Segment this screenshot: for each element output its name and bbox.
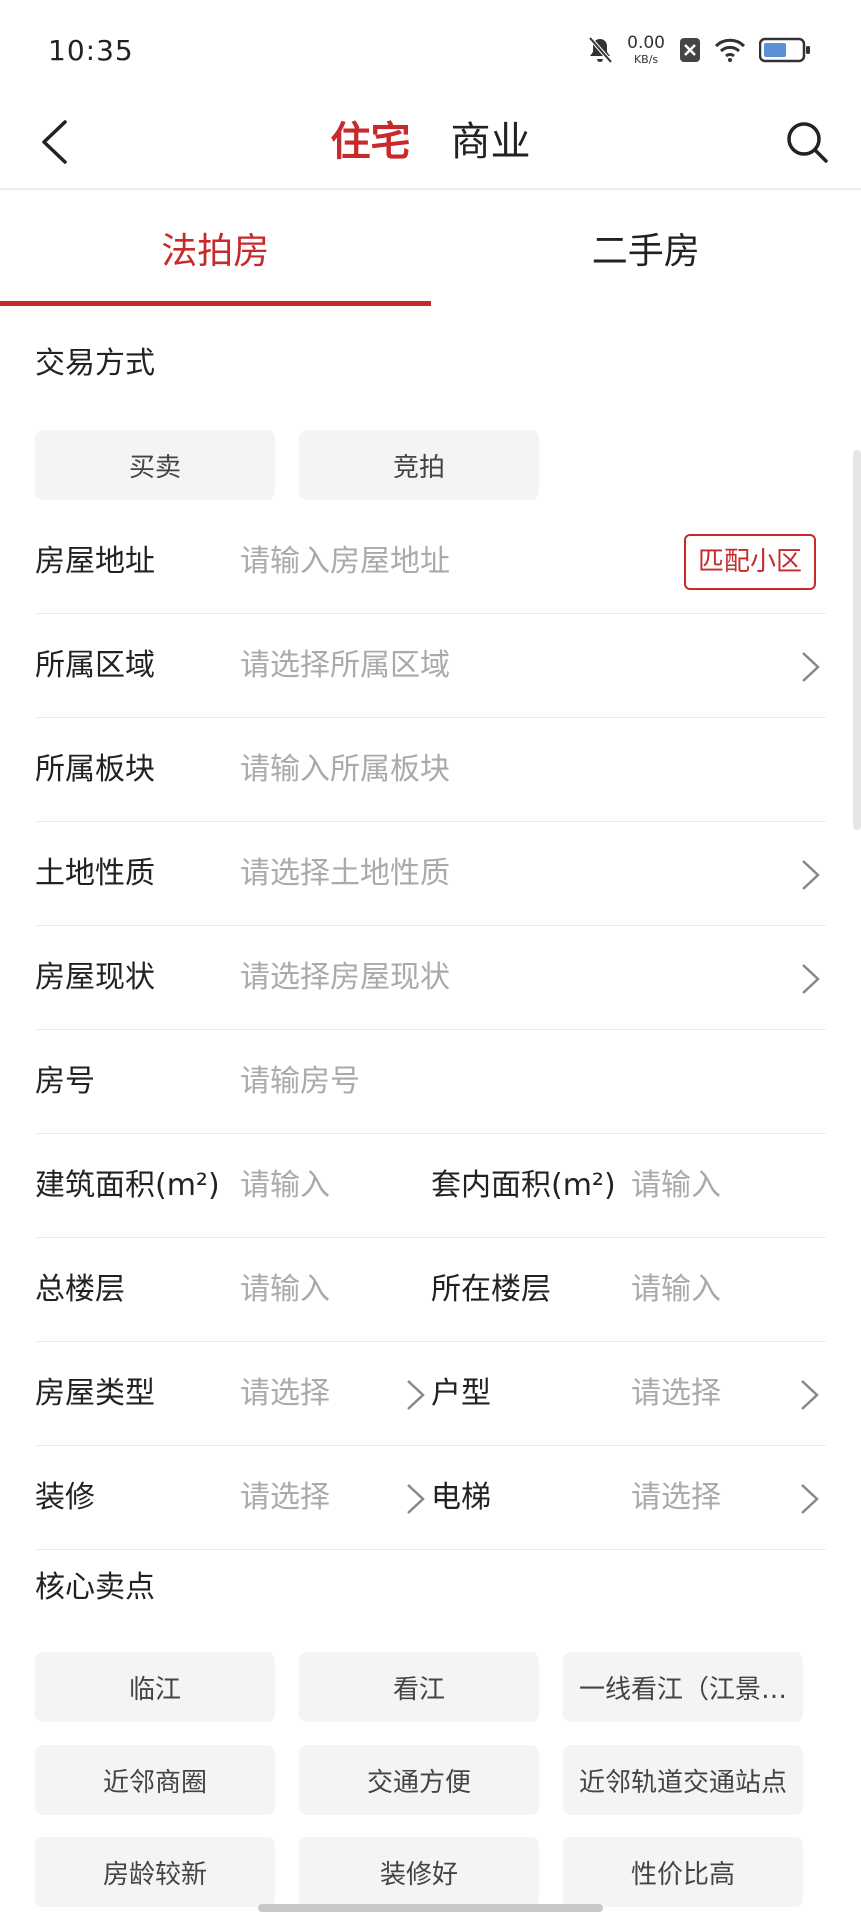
tab-auction-house[interactable]: 法拍房 (0, 190, 431, 306)
chevron-right-icon (802, 964, 820, 994)
wifi-icon (715, 38, 745, 62)
block-row[interactable]: 所属板块 请输入所属板块 (35, 718, 826, 822)
net-speed-unit: KB/s (633, 53, 659, 66)
chevron-right-icon (802, 860, 820, 890)
house-type-select[interactable]: 请选择 (240, 1342, 330, 1446)
home-indicator[interactable] (258, 1904, 603, 1912)
total-floors-input[interactable]: 请输入 (240, 1238, 330, 1342)
search-button[interactable] (775, 110, 839, 174)
house-status-select[interactable]: 请选择房屋现状 (240, 926, 450, 1030)
selling-point-tag[interactable]: 交通方便 (299, 1745, 539, 1815)
decoration-select[interactable]: 请选择 (240, 1446, 330, 1550)
scrollbar[interactable] (853, 450, 861, 830)
trade-option-auction[interactable]: 竞拍 (299, 430, 539, 500)
selling-point-tag[interactable]: 看江 (299, 1652, 539, 1722)
type-layout-row: 房屋类型 请选择 户型 请选择 (35, 1342, 826, 1446)
selling-point-tag[interactable]: 房龄较新 (35, 1837, 275, 1907)
tab-residential[interactable]: 住宅 (331, 112, 411, 172)
battery-icon (759, 37, 810, 63)
selling-point-tag[interactable]: 性价比高 (563, 1837, 803, 1907)
address-row[interactable]: 房屋地址 请输入房屋地址 匹配小区 (35, 510, 826, 614)
room-number-input[interactable]: 请输房号 (240, 1030, 360, 1134)
district-label: 所属区域 (35, 648, 155, 683)
inner-area-input[interactable]: 请输入 (631, 1134, 721, 1238)
selling-point-tag[interactable]: 一线看江（江景… (563, 1652, 803, 1722)
decoration-label: 装修 (35, 1480, 95, 1515)
block-input[interactable]: 请输入所属板块 (240, 718, 450, 822)
room-number-row[interactable]: 房号 请输房号 (35, 1030, 826, 1134)
layout-label: 户型 (431, 1376, 491, 1411)
layout-select[interactable]: 请选择 (631, 1342, 721, 1446)
selling-point-tag[interactable]: 装修好 (299, 1837, 539, 1907)
status-time: 10:35 (48, 34, 134, 67)
status-bar: 10:35 0.00 KB/s (0, 0, 861, 100)
room-number-label: 房号 (35, 1064, 95, 1099)
selling-point-tag[interactable]: 近邻商圈 (35, 1745, 275, 1815)
net-speed: 0.00 KB/s (627, 33, 665, 66)
floor-field[interactable]: 所在楼层 请输入 (431, 1238, 826, 1342)
sim-error-icon (680, 38, 700, 62)
district-row[interactable]: 所属区域 请选择所属区域 (35, 614, 826, 718)
chevron-right-icon (801, 1380, 819, 1410)
nav-tabs: 住宅 商业 (0, 112, 861, 172)
search-icon (787, 122, 828, 163)
address-input[interactable]: 请输入房屋地址 (240, 510, 450, 614)
chevron-right-icon (802, 652, 820, 682)
floors-row: 总楼层 请输入 所在楼层 请输入 (35, 1238, 826, 1342)
net-speed-value: 0.00 (627, 33, 665, 53)
elevator-field[interactable]: 电梯 请选择 (431, 1446, 826, 1550)
land-nature-row[interactable]: 土地性质 请选择土地性质 (35, 822, 826, 926)
chevron-right-icon (407, 1484, 425, 1514)
land-nature-label: 土地性质 (35, 856, 155, 891)
layout-field[interactable]: 户型 请选择 (431, 1342, 826, 1446)
tab-commercial[interactable]: 商业 (451, 112, 531, 172)
build-area-field[interactable]: 建筑面积(m²) 请输入 (35, 1134, 430, 1238)
chevron-right-icon (407, 1380, 425, 1410)
floor-label: 所在楼层 (431, 1272, 551, 1307)
area-row: 建筑面积(m²) 请输入 套内面积(m²) 请输入 (35, 1134, 826, 1238)
trade-method-title: 交易方式 (35, 346, 155, 381)
tab-second-hand-house[interactable]: 二手房 (431, 190, 861, 306)
total-floors-field[interactable]: 总楼层 请输入 (35, 1238, 430, 1342)
build-area-input[interactable]: 请输入 (240, 1134, 330, 1238)
selling-point-tag[interactable]: 临江 (35, 1652, 275, 1722)
decoration-field[interactable]: 装修 请选择 (35, 1446, 430, 1550)
selling-point-tag[interactable]: 近邻轨道交通站点 (563, 1745, 803, 1815)
house-status-row[interactable]: 房屋现状 请选择房屋现状 (35, 926, 826, 1030)
bell-muted-icon (588, 36, 613, 64)
match-community-button[interactable]: 匹配小区 (683, 534, 816, 590)
sub-tabs: 法拍房 二手房 (0, 190, 861, 306)
house-type-field[interactable]: 房屋类型 请选择 (35, 1342, 430, 1446)
selling-points-title: 核心卖点 (35, 1570, 155, 1605)
decoration-elevator-row: 装修 请选择 电梯 请选择 (35, 1446, 826, 1550)
district-select[interactable]: 请选择所属区域 (240, 614, 450, 718)
chevron-right-icon (801, 1484, 819, 1514)
elevator-select[interactable]: 请选择 (631, 1446, 721, 1550)
elevator-label: 电梯 (431, 1480, 491, 1515)
status-icons: 0.00 KB/s (587, 32, 811, 68)
house-type-label: 房屋类型 (35, 1376, 155, 1411)
build-area-label: 建筑面积(m²) (35, 1168, 220, 1203)
address-label: 房屋地址 (35, 544, 155, 579)
total-floors-label: 总楼层 (35, 1272, 125, 1307)
land-nature-select[interactable]: 请选择土地性质 (240, 822, 450, 926)
floor-input[interactable]: 请输入 (631, 1238, 721, 1342)
trade-option-sale[interactable]: 买卖 (35, 430, 275, 500)
house-status-label: 房屋现状 (35, 960, 155, 995)
inner-area-label: 套内面积(m²) (431, 1168, 616, 1203)
inner-area-field[interactable]: 套内面积(m²) 请输入 (431, 1134, 826, 1238)
nav-bar: 住宅 商业 (0, 100, 861, 188)
block-label: 所属板块 (35, 752, 155, 787)
